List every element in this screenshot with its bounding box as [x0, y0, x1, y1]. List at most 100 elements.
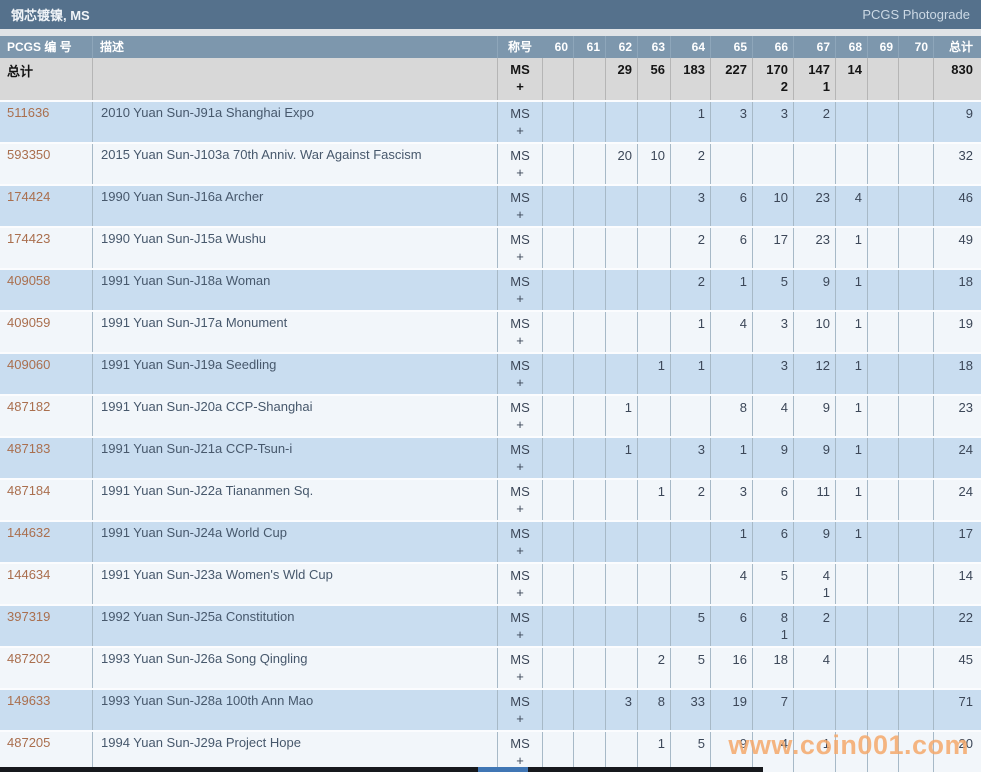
- grade-66-cell: 6: [752, 522, 793, 562]
- table-row: 4871821991 Yuan Sun-J20a CCP-ShanghaiMS+…: [0, 394, 981, 436]
- grade-61-cell: [573, 144, 605, 184]
- grade-61-cell: [573, 186, 605, 226]
- grade-60-cell: [542, 648, 573, 688]
- page-title: 钢芯镀镍, MS: [11, 5, 90, 24]
- pcgs-number-link[interactable]: 487184: [7, 483, 50, 498]
- grade-63-cell: [637, 228, 670, 268]
- grade-62-cell: [605, 648, 637, 688]
- grade-64-cell: 33: [670, 690, 710, 730]
- grade-62-cell: [605, 522, 637, 562]
- grade-68-cell: [835, 732, 867, 772]
- header-grade-63: 63: [637, 36, 670, 58]
- grade-70-cell: [898, 312, 933, 352]
- designation-cell: MS+: [497, 270, 542, 310]
- grade-67-cell: 1: [793, 732, 835, 772]
- grade-65-cell: 1: [710, 522, 752, 562]
- grade-69-cell: [867, 312, 898, 352]
- pcgs-number-link[interactable]: 174423: [7, 231, 50, 246]
- grade-66-cell: 3: [752, 102, 793, 142]
- pcgs-number-link[interactable]: 144632: [7, 525, 50, 540]
- grade-67-cell: [793, 144, 835, 184]
- grade-70-cell: [898, 270, 933, 310]
- grade-70-cell: [898, 564, 933, 604]
- row-total-cell: 24: [933, 480, 981, 520]
- pcgs-number-link[interactable]: 511636: [7, 105, 49, 120]
- pcgs-number-link[interactable]: 487202: [7, 651, 50, 666]
- table-row: 487202 1993 Yuan Sun-J26a Song QinglingMS…: [0, 646, 981, 688]
- grade-60-cell: [542, 186, 573, 226]
- pcgs-number-link[interactable]: 487183: [7, 441, 50, 456]
- grade-62-cell: 1: [605, 438, 637, 478]
- grade-60-cell: [542, 144, 573, 184]
- pcgs-number-link[interactable]: 144634: [7, 567, 50, 582]
- pcgs-number-link[interactable]: 487205: [7, 735, 50, 750]
- pcgs-number-link[interactable]: 149633: [7, 693, 50, 708]
- grade-61-cell: [573, 648, 605, 688]
- grade-63-cell: 1: [637, 354, 670, 394]
- row-total-cell: 14: [933, 564, 981, 604]
- pcgs-number-link[interactable]: 409060: [7, 357, 50, 372]
- pcgs-number-cell: 174424: [0, 186, 92, 226]
- grade-61-cell: [573, 606, 605, 646]
- grade-61-cell: [573, 312, 605, 352]
- grade-60-cell: [542, 522, 573, 562]
- grade-64-cell: 183: [670, 58, 710, 100]
- grade-70-cell: [898, 438, 933, 478]
- grade-61-cell: [573, 564, 605, 604]
- table-row: 1744241990 Yuan Sun-J16a ArcherMS+361023…: [0, 184, 981, 226]
- grade-64-cell: 1: [670, 312, 710, 352]
- grade-69-cell: [867, 354, 898, 394]
- pcgs-number-link[interactable]: 397319: [7, 609, 50, 624]
- table-row: 3973191992 Yuan Sun-J25a ConstitutionMS+…: [0, 604, 981, 646]
- grade-64-cell: [670, 564, 710, 604]
- grade-61-cell: [573, 354, 605, 394]
- grade-69-cell: [867, 228, 898, 268]
- table-row: 1496331993 Yuan Sun-J28a 100th Ann MaoMS…: [0, 688, 981, 730]
- pcgs-number-link[interactable]: 593350: [7, 147, 50, 162]
- pcgs-population-panel: 钢芯镀镍, MS PCGS Photograde PCGS 编 号 描述 称号 …: [0, 0, 981, 772]
- grade-70-cell: [898, 606, 933, 646]
- header-description: 描述: [92, 36, 497, 58]
- description-cell: [92, 58, 497, 100]
- pcgs-number-link[interactable]: 174424: [7, 189, 50, 204]
- grade-60-cell: [542, 312, 573, 352]
- description-cell: 1993 Yuan Sun-J28a 100th Ann Mao: [92, 690, 497, 730]
- grade-61-cell: [573, 732, 605, 772]
- grade-67-cell: 23: [793, 186, 835, 226]
- row-total-cell: 49: [933, 228, 981, 268]
- grade-70-cell: [898, 228, 933, 268]
- photograde-link[interactable]: PCGS Photograde: [862, 7, 970, 22]
- titlebar-separator: [0, 29, 981, 36]
- pcgs-number-link[interactable]: 409058: [7, 273, 50, 288]
- grade-68-cell: [835, 606, 867, 646]
- pcgs-number-cell: 593350: [0, 144, 92, 184]
- grade-60-cell: [542, 102, 573, 142]
- grade-70-cell: [898, 648, 933, 688]
- grade-60-cell: [542, 606, 573, 646]
- grade-61-cell: [573, 522, 605, 562]
- table-row: 4090581991 Yuan Sun-J18a WomanMS+2159118: [0, 268, 981, 310]
- grade-65-cell: 8: [710, 396, 752, 436]
- grade-64-cell: 2: [670, 228, 710, 268]
- grade-68-cell: [835, 690, 867, 730]
- designation-cell: MS+: [497, 102, 542, 142]
- grade-69-cell: [867, 564, 898, 604]
- designation-cell: MS+: [497, 396, 542, 436]
- header-grade-64: 64: [670, 36, 710, 58]
- grade-67-cell: 12: [793, 354, 835, 394]
- grade-66-cell: 3: [752, 354, 793, 394]
- table-row: 4090591991 Yuan Sun-J17a MonumentMS+1431…: [0, 310, 981, 352]
- grade-67-cell: 9: [793, 438, 835, 478]
- grade-68-cell: [835, 564, 867, 604]
- description-cell: 1993 Yuan Sun-J26a Song Qingling: [92, 648, 497, 688]
- row-total-cell: 45: [933, 648, 981, 688]
- grade-64-cell: 1: [670, 102, 710, 142]
- row-total-cell: 23: [933, 396, 981, 436]
- designation-cell: MS+: [497, 648, 542, 688]
- header-grade-67: 67: [793, 36, 835, 58]
- table-row: 5933502015 Yuan Sun-J103a 70th Anniv. Wa…: [0, 142, 981, 184]
- pcgs-number-link[interactable]: 487182: [7, 399, 50, 414]
- grade-66-cell: 5: [752, 564, 793, 604]
- pcgs-number-cell: 487182: [0, 396, 92, 436]
- pcgs-number-link[interactable]: 409059: [7, 315, 50, 330]
